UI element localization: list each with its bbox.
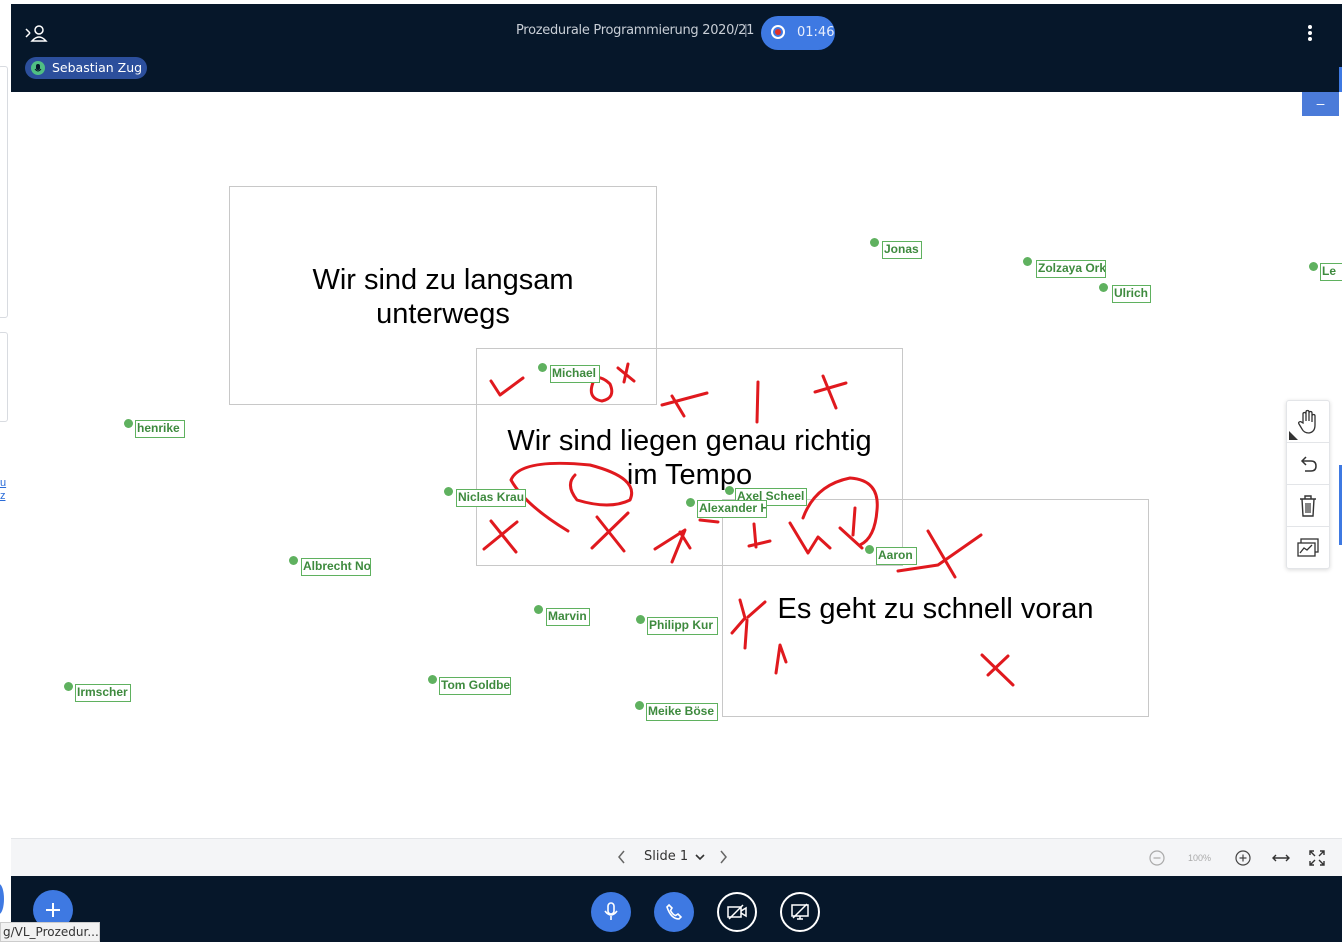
fullscreen-icon xyxy=(1309,850,1325,866)
webcam-button[interactable] xyxy=(717,892,757,932)
meeting-title: Prozedurale Programmierung 2020/21 xyxy=(516,23,755,38)
zoom-in-icon xyxy=(1235,850,1251,866)
left-panel-links[interactable]: u z xyxy=(0,477,6,503)
cursor-dot xyxy=(636,615,645,624)
cursor-dot xyxy=(64,682,73,691)
screen-share-off-icon xyxy=(791,903,809,920)
chevron-down-icon[interactable] xyxy=(694,850,706,862)
text-box: Es geht zu schnell voran xyxy=(722,499,1149,717)
previous-slide-button[interactable] xyxy=(616,849,626,870)
screen-share-button[interactable] xyxy=(780,892,820,932)
cursor-label: Philipp Kur xyxy=(647,617,718,635)
undo-icon xyxy=(1300,455,1317,472)
text-box-line: Wir sind liegen genau richtig xyxy=(507,425,872,457)
cursor-label: Aaron xyxy=(876,547,917,565)
title-separator: | xyxy=(744,21,748,37)
zoom-out-button[interactable] xyxy=(1149,850,1165,866)
undo-button[interactable] xyxy=(1287,442,1329,484)
recording-time: 01:46 xyxy=(797,25,835,40)
cursor-label: Michael xyxy=(550,365,600,383)
microphone-button[interactable] xyxy=(591,892,631,932)
multi-user-whiteboard-button[interactable] xyxy=(1287,526,1329,568)
left-link[interactable]: z xyxy=(0,490,6,503)
cursor-dot xyxy=(538,363,547,372)
record-icon xyxy=(771,25,785,39)
cursor-dot xyxy=(1099,283,1108,292)
phone-icon xyxy=(666,903,683,920)
cursor-label: Ulrich xyxy=(1112,285,1151,303)
text-box-line: Wir sind zu langsam xyxy=(312,264,574,296)
chevron-left-icon xyxy=(618,850,625,864)
talking-user-name: Sebastian Zug xyxy=(52,60,143,75)
microphone-icon xyxy=(604,902,618,920)
chevron-right-icon xyxy=(720,850,727,864)
presentation-toolbar: Slide 1 100% xyxy=(11,838,1342,877)
multi-user-icon xyxy=(1297,537,1319,557)
cursor-dot xyxy=(1309,262,1318,271)
text-box-line: Es geht zu schnell voran xyxy=(777,593,1094,625)
annotation-toolbar xyxy=(1286,400,1330,569)
slide-select[interactable]: Slide 1 xyxy=(644,849,688,864)
hand-tool-button[interactable] xyxy=(1287,401,1329,442)
cursor-dot xyxy=(725,486,734,495)
cursor-label: Niclas Krau xyxy=(456,489,526,507)
hand-icon xyxy=(1297,409,1316,434)
audio-button[interactable] xyxy=(654,892,694,932)
fit-width-icon xyxy=(1272,854,1290,862)
zoom-level: 100% xyxy=(1188,853,1212,863)
cursor-dot xyxy=(428,675,437,684)
left-panel-box xyxy=(0,66,8,318)
talking-indicator: Sebastian Zug xyxy=(25,57,147,79)
fit-to-width-button[interactable] xyxy=(1271,850,1291,866)
cursor-dot xyxy=(1023,257,1032,266)
zoom-out-icon xyxy=(1149,850,1165,866)
top-navbar: Prozedurale Programmierung 2020/21 | 01:… xyxy=(11,4,1342,92)
zoom-in-button[interactable] xyxy=(1235,850,1251,866)
cursor-dot xyxy=(534,605,543,614)
fullscreen-button[interactable] xyxy=(1309,850,1325,866)
plus-icon xyxy=(46,903,60,917)
microphone-icon xyxy=(31,61,45,75)
left-panel-box xyxy=(0,332,8,422)
minimize-presentation-button[interactable]: – xyxy=(1302,92,1339,116)
cursor-dot xyxy=(635,701,644,710)
cursor-label: Zolzaya Ork xyxy=(1036,260,1106,278)
text-box-line: unterwegs xyxy=(376,298,510,330)
left-panel-edge: u z xyxy=(0,0,11,942)
cursor-dot xyxy=(870,238,879,247)
clear-annotations-button[interactable] xyxy=(1287,484,1329,526)
cursor-label: Meike Böse xyxy=(646,703,718,721)
cursor-dot xyxy=(289,556,298,565)
next-slide-button[interactable] xyxy=(719,849,729,870)
delete-icon xyxy=(1300,494,1316,517)
camera-off-icon xyxy=(727,904,747,920)
cursor-label: Alexander H xyxy=(697,500,767,518)
cursor-label: Marvin xyxy=(546,608,590,626)
cursor-label: Jonas xyxy=(882,241,922,259)
cursor-label: Tom Goldbe xyxy=(439,677,511,695)
cursor-label: Irmscher xyxy=(75,684,131,702)
cursor-dot xyxy=(124,419,133,428)
cursor-dot xyxy=(865,545,874,554)
cursor-label: henrike xyxy=(135,420,185,438)
recording-indicator[interactable]: 01:46 xyxy=(761,16,835,50)
cursor-label: Le xyxy=(1320,263,1342,281)
text-box-line: im Tempo xyxy=(626,459,753,491)
left-link[interactable]: u xyxy=(0,477,6,490)
cursor-dot xyxy=(444,487,453,496)
cursor-label: Albrecht No xyxy=(301,558,371,576)
action-bar xyxy=(11,876,1342,942)
status-bar-url: g/VL_Prozedur... xyxy=(0,922,100,942)
cursor-dot xyxy=(686,498,695,507)
more-options-icon[interactable] xyxy=(1301,20,1319,46)
user-list-toggle-icon[interactable] xyxy=(25,22,51,44)
